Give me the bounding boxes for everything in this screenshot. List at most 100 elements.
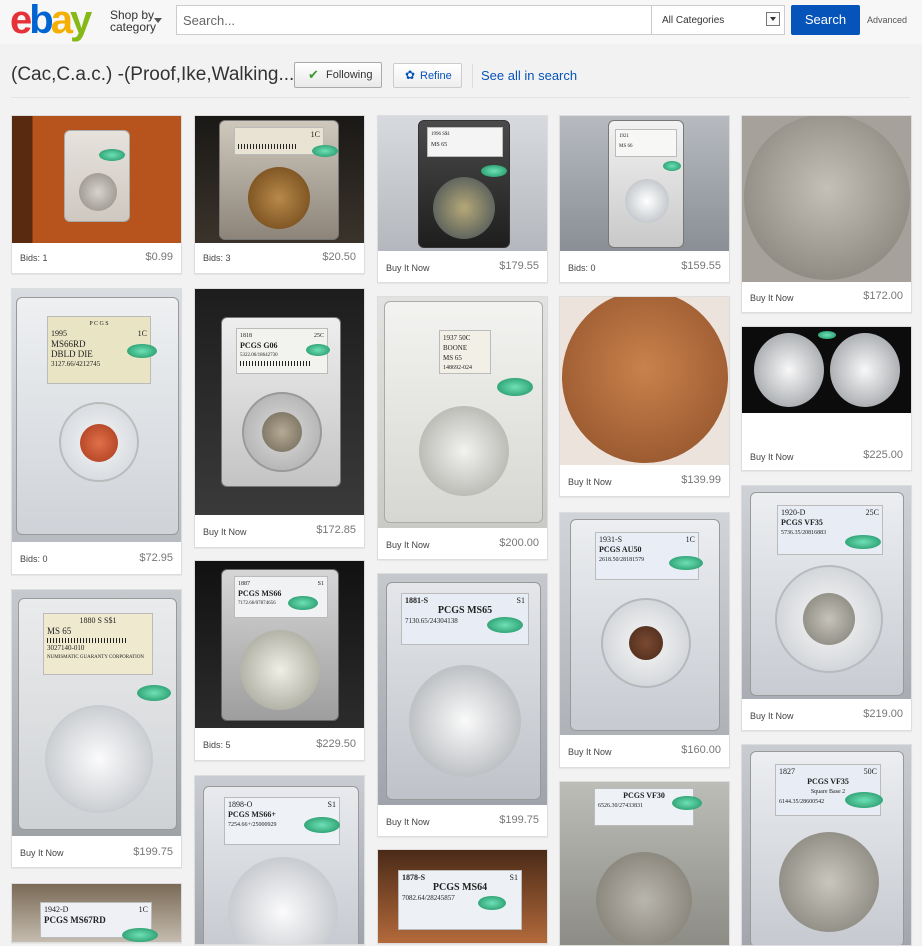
divider (472, 64, 473, 88)
listing-image[interactable] (560, 297, 729, 465)
listing-status: Bids: 5 (203, 740, 231, 750)
coin (596, 852, 692, 945)
listing-card[interactable]: 1881-S S1 PCGS MS65 7130.65/24304138 Buy… (377, 573, 548, 837)
following-button[interactable]: ✔ Following (294, 62, 382, 88)
listing-price: $0.99 (145, 251, 173, 263)
refine-button[interactable]: ✿ Refine (393, 63, 462, 88)
listing-image[interactable]: 1C (195, 116, 364, 243)
label-text: 1937 50C (443, 334, 471, 342)
listing-status: Buy It Now (568, 747, 612, 757)
logo-letter-e: e (10, 0, 32, 42)
label-text: 1931-S 1C (599, 535, 695, 544)
cac-sticker (99, 149, 125, 161)
label-text: 1921 (619, 134, 629, 139)
ebay-logo[interactable]: ebay (10, 0, 92, 42)
listing-price: $199.75 (499, 814, 539, 826)
listing-status: Buy It Now (20, 848, 64, 858)
coin (744, 116, 910, 280)
listing-image[interactable]: 1996 S$1 MS 65 (378, 116, 547, 251)
listing-status: Buy It Now (750, 293, 794, 303)
listing-status: Buy It Now (386, 263, 430, 273)
listing-image[interactable]: 1827 50C PCGS VF35 Square Base 2 6144.35… (742, 745, 911, 945)
listing-card[interactable]: 1C Bids: 3 $20.50 (194, 115, 365, 274)
search-box: All Categories (176, 5, 785, 35)
listing-card[interactable]: 1898-O S1 PCGS MS66+ 7254.66+/25000929 (194, 775, 365, 945)
listing-card[interactable]: 1937 50C BOONE MS 65 148692-024 Buy It N… (377, 296, 548, 560)
cac-sticker (122, 928, 158, 942)
barcode (240, 361, 310, 366)
listing-card[interactable]: 1878-S S1 PCGS MS64 7082.64/28245857 (377, 849, 548, 944)
listing-status: Bids: 1 (20, 253, 48, 263)
listing-price: $159.55 (681, 260, 721, 272)
listing-image[interactable]: 1898-O S1 PCGS MS66+ 7254.66+/25000929 (195, 776, 364, 944)
listing-status: Bids: 0 (568, 263, 596, 273)
listing-card[interactable]: 1818 25C PCGS G06 5322.06/18642730 Buy I… (194, 288, 365, 548)
listing-image[interactable]: 1878-S S1 PCGS MS64 7082.64/28245857 (378, 850, 547, 943)
following-label: Following (326, 69, 373, 81)
shop-by-category-button[interactable]: Shop by category (110, 9, 162, 33)
listing-image[interactable]: 1818 25C PCGS G06 5322.06/18642730 (195, 289, 364, 515)
listing-card[interactable]: 1920-D 25C PCGS VF35 5736.35/20816883 Bu… (741, 485, 912, 731)
label-text: NUMISMATIC GUARANTY CORPORATION (47, 655, 145, 660)
label-text: 3127.66/4212745 (51, 360, 101, 368)
label-text: MS 65 (47, 626, 72, 636)
listing-image[interactable]: P C G S 1995 1C MS66RD DBLD DIE 3127.66/… (12, 289, 181, 542)
coin (409, 665, 521, 777)
coin (45, 705, 153, 813)
search-input[interactable] (177, 6, 651, 34)
listing-image[interactable]: 1942-D 1C PCGS MS67RD (12, 884, 181, 942)
label-text: 3027140-010 (47, 644, 85, 652)
listing-price: $179.55 (499, 260, 539, 272)
listing-card[interactable]: 1880 S S$1 MS 65 3027140-010 NUMISMATIC … (11, 589, 182, 868)
coin-slab (64, 130, 130, 222)
listing-card[interactable]: 1887 S1 PCGS MS66 7172.66/07874656 Bids:… (194, 560, 365, 761)
cac-sticker (288, 596, 318, 610)
listing-image[interactable]: 1880 S S$1 MS 65 3027140-010 NUMISMATIC … (12, 590, 181, 836)
cac-sticker (845, 535, 881, 549)
listing-price: $172.00 (863, 290, 903, 302)
coin-slab: P C G S 1995 1C MS66RD DBLD DIE 3127.66/… (16, 297, 179, 535)
dropdown-arrow-icon (766, 12, 780, 26)
label-text: PCGS MS65 (437, 605, 493, 616)
coin (433, 177, 495, 239)
listing-card[interactable]: Buy It Now $139.99 (559, 296, 730, 497)
listing-image[interactable] (742, 116, 911, 282)
listing-image[interactable]: 1881-S S1 PCGS MS65 7130.65/24304138 (378, 574, 547, 805)
slab-label: 1880 S S$1 MS 65 3027140-010 NUMISMATIC … (43, 613, 153, 675)
label-text: MS 65 (431, 142, 448, 148)
listing-image[interactable]: 1937 50C BOONE MS 65 148692-024 (378, 297, 547, 528)
cac-sticker (304, 817, 340, 833)
listing-card[interactable]: 1931-S 1C PCGS AU50 2618.50/28181579 Buy… (559, 512, 730, 768)
listing-card[interactable]: Bids: 1 $0.99 (11, 115, 182, 274)
coin-slab: 1827 50C PCGS VF35 Square Base 2 6144.35… (750, 751, 904, 945)
listing-card[interactable]: 1942-D 1C PCGS MS67RD (11, 883, 182, 943)
listing-image[interactable] (742, 327, 911, 413)
advanced-search-link[interactable]: Advanced (867, 15, 907, 25)
label-text: MS 66 (619, 144, 633, 149)
listing-card[interactable]: 1827 50C PCGS VF35 Square Base 2 6144.35… (741, 744, 912, 946)
listing-card[interactable]: Buy It Now $172.00 (741, 115, 912, 313)
listing-image[interactable]: 1931-S 1C PCGS AU50 2618.50/28181579 (560, 513, 729, 735)
coin-slab: 1920-D 25C PCGS VF35 5736.35/20816883 (750, 492, 904, 696)
category-select[interactable]: All Categories (651, 6, 784, 34)
coin (562, 297, 728, 463)
coin-slab: 1937 50C BOONE MS 65 148692-024 (384, 301, 543, 523)
listing-card[interactable]: 1996 S$1 MS 65 Buy It Now $179.55 (377, 115, 548, 283)
search-button[interactable]: Search (791, 5, 860, 35)
listing-image[interactable] (12, 116, 181, 243)
slab-label: 1921 MS 66 (615, 129, 677, 157)
listing-image[interactable]: PCGS VF30 6526.30/27433831 (560, 782, 729, 945)
listing-card[interactable]: Buy It Now $225.00 (741, 326, 912, 471)
cac-sticker (497, 378, 533, 396)
listing-card[interactable]: PCGS VF30 6526.30/27433831 (559, 781, 730, 946)
label-text: P C G S (89, 321, 109, 327)
listing-card[interactable]: 1921 MS 66 Bids: 0 $159.55 (559, 115, 730, 283)
listing-card[interactable]: P C G S 1995 1C MS66RD DBLD DIE 3127.66/… (11, 288, 182, 575)
listing-image[interactable]: 1921 MS 66 (560, 116, 729, 251)
coin (625, 179, 669, 223)
listing-image[interactable]: 1920-D 25C PCGS VF35 5736.35/20816883 (742, 486, 911, 699)
coin (262, 412, 302, 452)
gear-icon: ✿ (405, 68, 416, 82)
listing-image[interactable]: 1887 S1 PCGS MS66 7172.66/07874656 (195, 561, 364, 728)
see-all-link[interactable]: See all in search (481, 68, 577, 83)
